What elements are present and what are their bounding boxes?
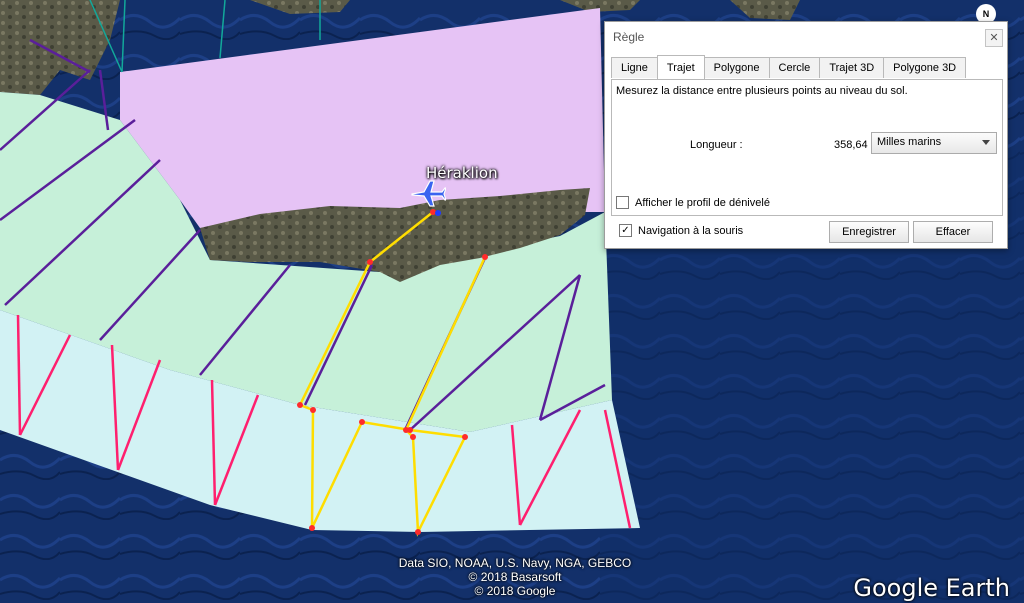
city-label-heraklion: Héraklion (426, 164, 498, 182)
description-text: Mesurez la distance entre plusieurs poin… (616, 85, 908, 97)
clear-button[interactable]: Effacer (913, 221, 993, 243)
chevron-down-icon (982, 140, 990, 145)
unit-select[interactable]: Milles marins (871, 132, 997, 154)
profile-checkbox-label: Afficher le profil de dénivelé (635, 196, 770, 209)
mouse-nav-checkbox[interactable]: ✓ (619, 224, 632, 237)
tab-trajet-3d[interactable]: Trajet 3D (819, 57, 885, 78)
map-attribution: Data SIO, NOAA, U.S. Navy, NGA, GEBCO © … (352, 556, 678, 598)
ruler-dialog: Règle ✕ Ligne Trajet Polygone Cercle Tra… (604, 21, 1008, 249)
tab-panel: Mesurez la distance entre plusieurs poin… (611, 79, 1003, 216)
attribution-line: © 2018 Google (474, 584, 556, 598)
measure-tabs: Ligne Trajet Polygone Cercle Trajet 3D P… (611, 55, 967, 79)
mouse-nav-label: Navigation à la souris (638, 224, 744, 237)
length-label: Longueur : (690, 139, 743, 151)
google-earth-logo: Google Earth (853, 574, 1010, 602)
dialog-titlebar[interactable]: Règle ✕ (605, 22, 1007, 52)
attribution-line: © 2018 Basarsoft (468, 570, 562, 584)
close-icon[interactable]: ✕ (985, 29, 1003, 47)
tab-trajet[interactable]: Trajet (656, 55, 705, 79)
unit-selected: Milles marins (877, 136, 942, 148)
save-button[interactable]: Enregistrer (829, 221, 909, 243)
tab-cercle[interactable]: Cercle (768, 57, 821, 78)
attribution-line: Data SIO, NOAA, U.S. Navy, NGA, GEBCO (398, 556, 632, 570)
airport-icon (411, 180, 446, 207)
mouse-nav-row[interactable]: ✓ Navigation à la souris (619, 224, 743, 237)
dialog-title: Règle (613, 30, 645, 44)
tab-polygone[interactable]: Polygone (703, 57, 770, 78)
tab-ligne[interactable]: Ligne (611, 57, 658, 78)
profile-checkbox-row[interactable]: Afficher le profil de dénivelé (616, 196, 770, 209)
start-point (435, 210, 441, 216)
tab-polygone-3d[interactable]: Polygone 3D (883, 57, 967, 78)
profile-checkbox[interactable] (616, 196, 629, 209)
length-value: 358,64 (834, 139, 868, 151)
